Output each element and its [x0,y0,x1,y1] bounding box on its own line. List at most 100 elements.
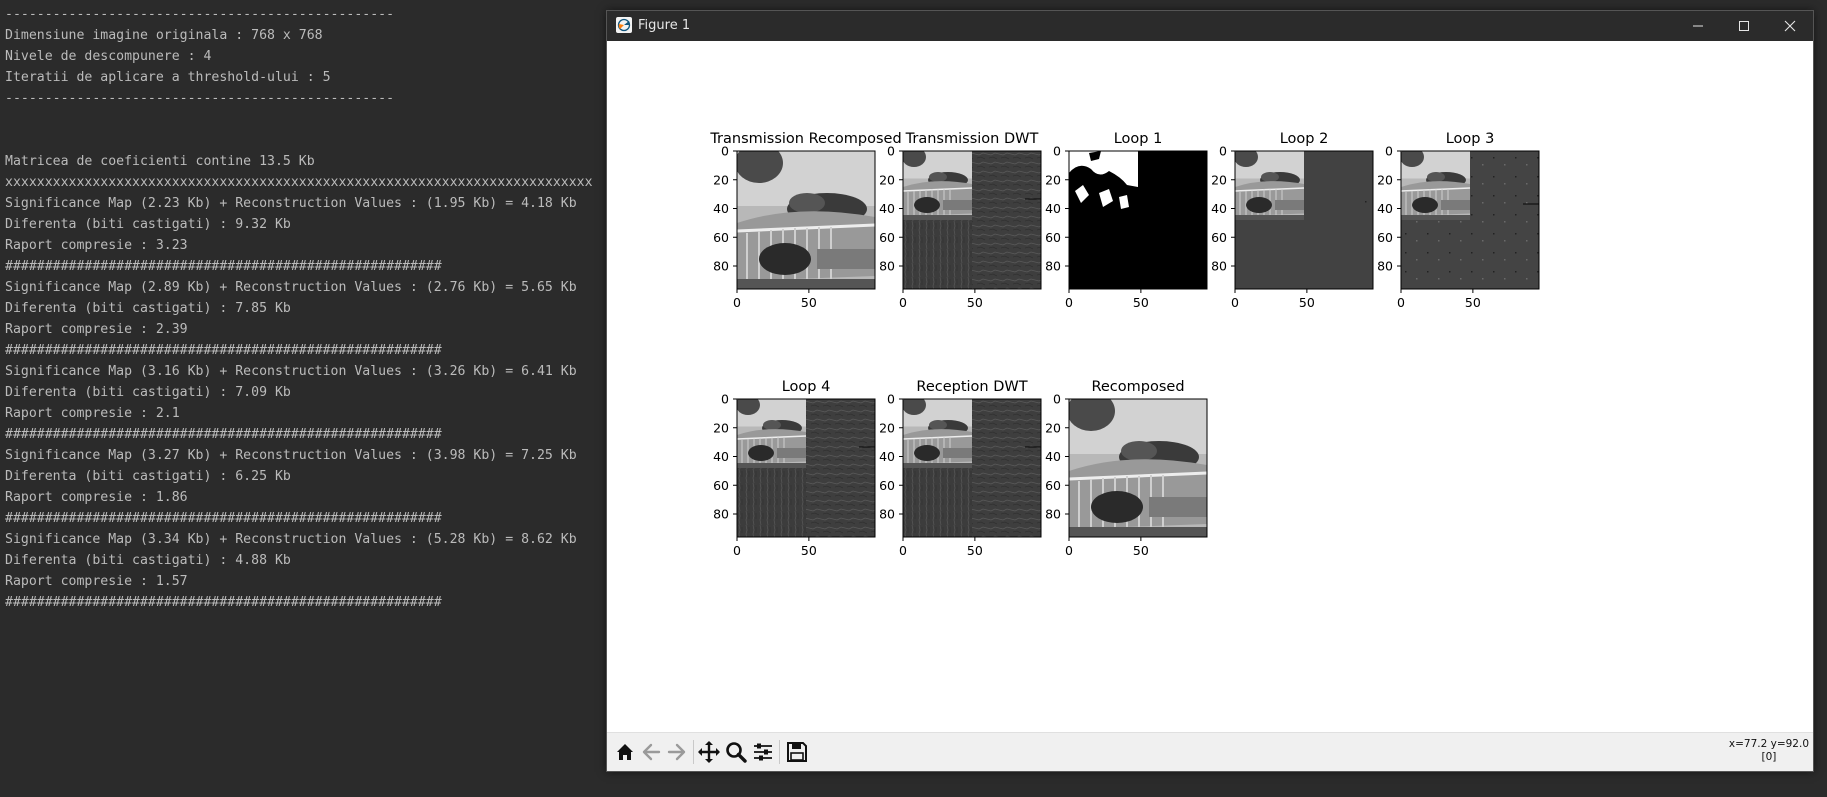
subplot-title: Transmission Recomposed [709,131,901,147]
pan-button[interactable] [695,738,723,766]
console-line: Significance Map (3.34 Kb) + Reconstruct… [5,532,577,547]
subplot: Recomposed 0 20 40 60 80 0 50 [1045,379,1208,558]
save-button[interactable] [783,738,811,766]
forward-arrow-icon [667,743,686,761]
y-tick-label: 0 [1385,144,1393,159]
figure-window: Figure 1 Transmission Recomposed 0 20 40… [606,10,1814,772]
y-tick-label: 0 [721,392,729,407]
window-titlebar[interactable]: Figure 1 [607,11,1813,41]
minimize-button[interactable] [1675,11,1721,41]
subplot-image [737,151,875,289]
y-tick-label: 0 [887,392,895,407]
console-line: ########################################… [5,595,442,610]
x-tick-label: 50 [967,295,983,310]
image-content [737,399,875,537]
subplot: Transmission DWT 0 20 40 60 80 0 50 [879,131,1042,310]
subplot-image [1401,151,1539,289]
console-output: ----------------------------------------… [0,0,605,797]
y-tick-label: 40 [713,201,729,216]
maximize-button[interactable] [1721,11,1767,41]
back-button[interactable] [637,738,665,766]
save-icon [787,742,807,762]
y-tick-label: 40 [1211,201,1227,216]
y-tick-label: 20 [879,172,895,187]
y-tick-label: 0 [887,144,895,159]
y-tick-label: 20 [713,420,729,435]
subplot-image [1069,399,1207,537]
image-content [1401,151,1539,289]
y-tick-label: 20 [1377,172,1393,187]
figure-canvas[interactable]: Transmission Recomposed 0 20 40 60 80 0 50 Trans… [607,41,1813,733]
y-tick-label: 40 [1377,201,1393,216]
image-content [903,151,1041,289]
x-tick-label: 0 [733,543,741,558]
console-line: Diferenta (biti castigati) : 7.09 Kb [5,385,291,400]
console-line: Matricea de coeficienti contine 13.5 Kb [5,154,315,169]
subplot-image [903,399,1041,537]
console-line: ########################################… [5,511,442,526]
y-tick-label: 80 [879,259,895,274]
y-tick-label: 80 [1211,259,1227,274]
coords-xy: x=77.2 y=92.0 [1728,738,1809,750]
console-line: xxxxxxxxxxxxxxxxxxxxxxxxxxxxxxxxxxxxxxxx… [5,175,593,190]
console-line: Raport compresie : 2.39 [5,322,188,337]
y-tick-label: 40 [879,201,895,216]
zoom-button[interactable] [722,738,750,766]
console-line: Diferenta (biti castigati) : 9.32 Kb [5,217,291,232]
window-title: Figure 1 [638,18,691,33]
configure-subplots-button[interactable] [749,738,777,766]
image-content [1235,151,1373,289]
y-tick-label: 40 [1045,449,1061,464]
subplot-title: Reception DWT [916,379,1027,395]
y-tick-label: 20 [1045,172,1061,187]
console-line: Iteratii de aplicare a threshold-ului : … [5,70,331,85]
configure-subplots-icon [754,743,772,761]
forward-button[interactable] [663,738,691,766]
subplot-title: Loop 2 [1280,131,1329,147]
home-icon [617,744,633,760]
subplot: Loop 3 0 20 40 60 80 0 50 [1377,131,1540,310]
console-line: Raport compresie : 3.23 [5,238,188,253]
x-tick-label: 50 [1133,543,1149,558]
x-tick-label: 0 [899,295,907,310]
y-tick-label: 20 [1211,172,1227,187]
home-button[interactable] [611,738,639,766]
back-arrow-icon [642,743,661,761]
y-tick-label: 60 [713,230,729,245]
x-tick-label: 50 [1465,295,1481,310]
y-tick-label: 0 [1053,144,1061,159]
console-line: Diferenta (biti castigati) : 4.88 Kb [5,553,291,568]
toolbar-separator [779,740,780,764]
subplot-title: Loop 4 [782,379,831,395]
x-tick-label: 0 [899,543,907,558]
close-button[interactable] [1767,11,1813,41]
image-content [1069,399,1207,537]
y-tick-label: 80 [879,507,895,522]
subplot-image [1069,151,1207,289]
subplots-svg: Transmission Recomposed0204060800 50Trans… [709,131,1540,558]
subplot-title: Loop 3 [1446,131,1495,147]
y-tick-label: 80 [1045,259,1061,274]
y-tick-label: 20 [1045,420,1061,435]
pan-icon [698,741,720,763]
x-tick-label: 0 [1065,543,1073,558]
y-tick-label: 80 [1045,507,1061,522]
subplot-image [737,399,875,537]
console-line: ########################################… [5,427,442,442]
y-tick-label: 60 [1377,230,1393,245]
y-tick-label: 0 [721,144,729,159]
subplot: Loop 4 0 20 40 60 80 0 50 [713,379,876,558]
x-tick-label: 0 [1065,295,1073,310]
x-tick-label: 0 [1231,295,1239,310]
image-content [1069,151,1207,289]
y-tick-label: 60 [879,478,895,493]
image-content [737,151,875,289]
close-icon [1784,20,1796,32]
maximize-icon [1739,21,1749,31]
coords-value: [0] [1761,751,1777,763]
console-line: Dimensiune imagine originala : 768 x 768 [5,28,323,43]
x-tick-label: 0 [1397,295,1405,310]
y-tick-label: 20 [879,420,895,435]
